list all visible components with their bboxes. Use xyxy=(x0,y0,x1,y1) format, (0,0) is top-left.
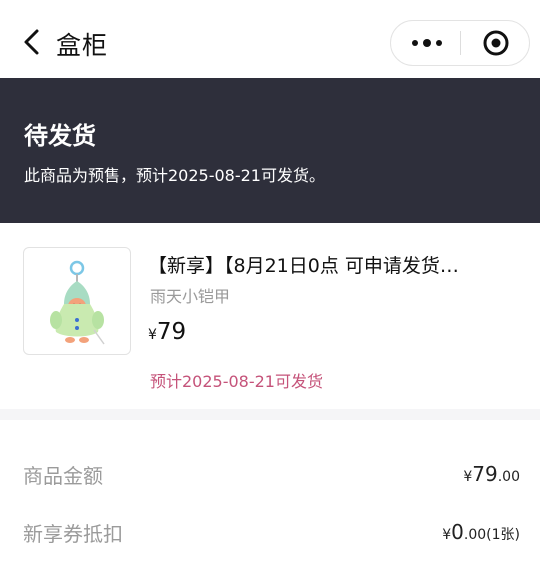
back-arrow-icon[interactable] xyxy=(20,28,44,56)
presale-notice: 此商品为预售，预计2025-08-21可发货。 xyxy=(24,166,325,185)
coupon-currency: ¥ xyxy=(442,527,452,543)
goods-amount-currency: ¥ xyxy=(463,469,473,485)
coupon-value: ¥0.00(1张) xyxy=(442,520,520,544)
goods-amount-decimal: .00 xyxy=(497,469,520,485)
product-name[interactable]: 【新享】【8月21日0点 可申请发货… xyxy=(148,251,508,278)
price-amount: 79 xyxy=(156,319,187,345)
close-miniprogram-icon[interactable] xyxy=(483,30,509,56)
coupon-integer: 0 xyxy=(451,520,464,544)
page-title: 盒柜 xyxy=(56,31,109,60)
product-thumbnail[interactable] xyxy=(23,247,131,355)
order-status-banner: 待发货 此商品为预售，预计2025-08-21可发货。 xyxy=(0,78,540,223)
goods-amount-integer: 79 xyxy=(472,462,498,486)
goods-amount-row: 商品金额 ¥79.00 xyxy=(0,454,540,494)
navigation-bar: 盒柜 xyxy=(0,0,540,78)
order-status-title: 待发货 xyxy=(24,122,96,150)
price-currency: ¥ xyxy=(148,327,157,343)
coupon-decimal: .00 xyxy=(463,527,487,543)
order-summary: 商品金额 ¥79.00 新享券抵扣 ¥0.00(1张) xyxy=(0,420,540,573)
miniprogram-capsule xyxy=(390,20,530,66)
goods-amount-value: ¥79.00 xyxy=(463,462,520,486)
product-card[interactable]: 【新享】【8月21日0点 可申请发货… 雨天小铠甲 ¥79 预计2025-08-… xyxy=(0,223,540,409)
goods-amount-label: 商品金额 xyxy=(23,464,103,488)
coupon-label: 新享券抵扣 xyxy=(23,522,123,546)
more-options-icon[interactable] xyxy=(409,33,445,53)
capsule-divider xyxy=(460,31,461,55)
coupon-count: (1张) xyxy=(486,527,520,543)
keychain-figure-icon xyxy=(50,260,105,345)
product-variant: 雨天小铠甲 xyxy=(150,287,231,306)
shipping-estimate: 预计2025-08-21可发货 xyxy=(150,372,323,391)
product-price: ¥79 xyxy=(148,319,186,345)
coupon-row[interactable]: 新享券抵扣 ¥0.00(1张) xyxy=(0,512,540,552)
